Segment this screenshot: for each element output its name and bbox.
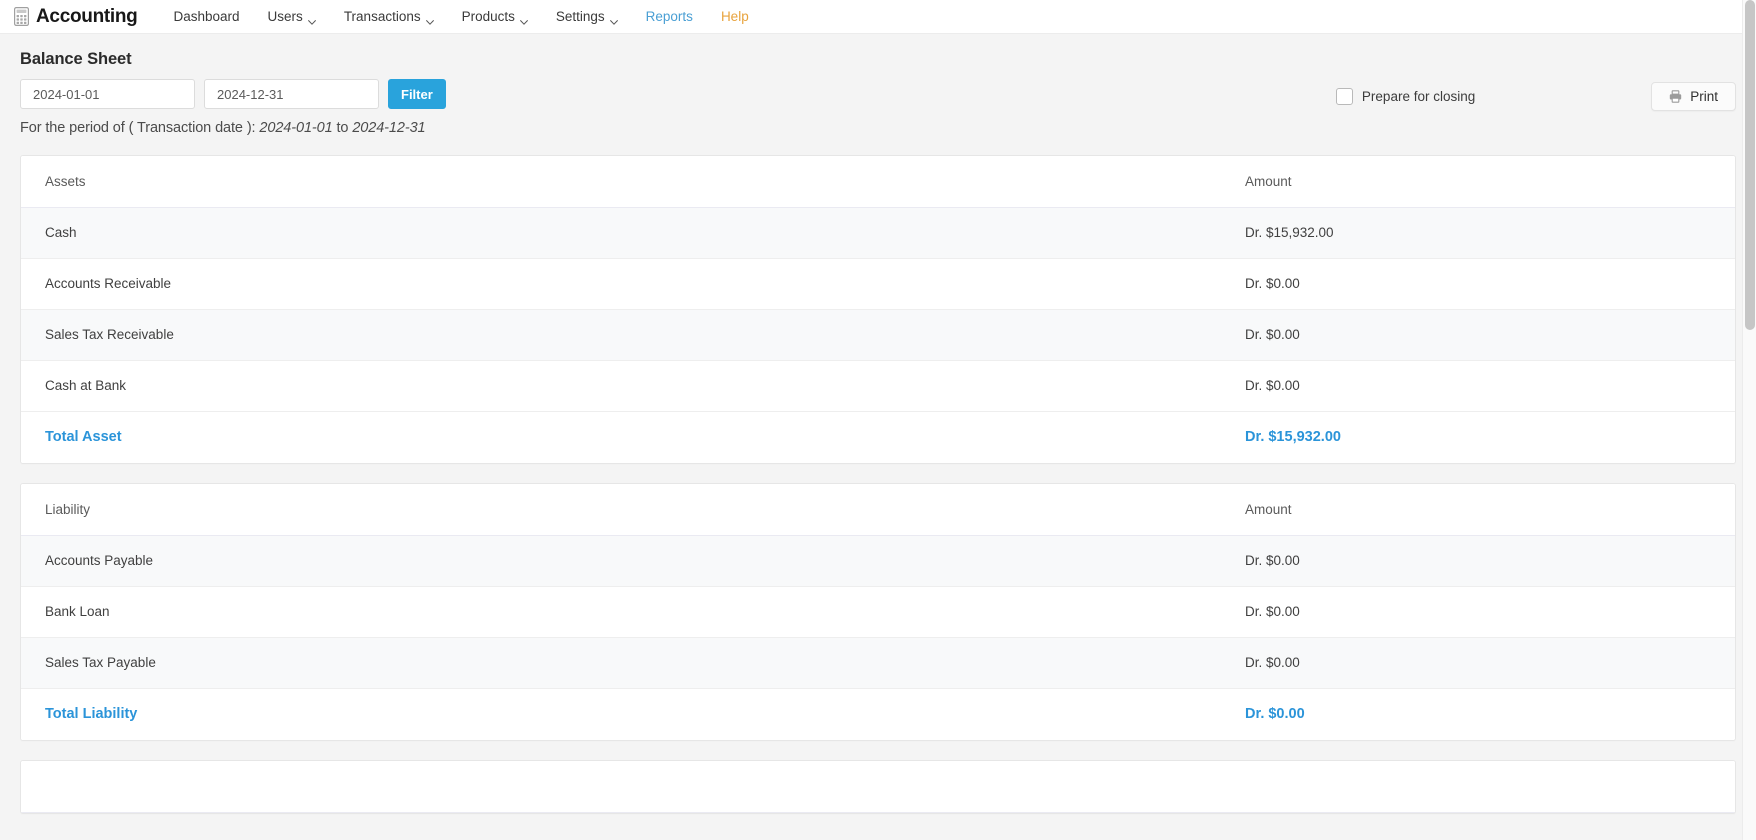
total-liability-row: Total Liability Dr. $0.00	[21, 687, 1735, 740]
table-header-row: Liability Amount	[21, 484, 1735, 536]
liability-header-amount: Amount	[1221, 484, 1735, 536]
chevron-down-icon	[609, 14, 618, 25]
nav-label: Users	[267, 8, 303, 24]
chevron-down-icon	[307, 14, 316, 25]
chevron-down-icon	[425, 14, 434, 25]
row-amount: Dr. $15,932.00	[1221, 207, 1735, 259]
period-description: For the period of ( Transaction date ): …	[20, 111, 1736, 136]
row-amount: Dr. $0.00	[1221, 637, 1735, 689]
nav-label: Help	[720, 8, 749, 24]
equity-header-amount	[1221, 761, 1735, 813]
row-label: Accounts Payable	[21, 535, 1221, 587]
nav-label: Transactions	[343, 8, 421, 24]
table-row[interactable]: Accounts Receivable Dr. $0.00	[21, 258, 1735, 310]
row-amount: Dr. $0.00	[1221, 360, 1735, 412]
brand-link[interactable]: Accounting	[14, 7, 138, 26]
table-row[interactable]: Cash Dr. $15,932.00	[21, 207, 1735, 259]
nav-item-transactions[interactable]: Transactions	[330, 4, 448, 30]
printer-icon	[1669, 90, 1682, 103]
calculator-icon	[14, 7, 30, 26]
table-row[interactable]: Sales Tax Payable Dr. $0.00	[21, 637, 1735, 689]
nav-item-reports[interactable]: Reports	[632, 4, 707, 30]
table-row[interactable]: Cash at Bank Dr. $0.00	[21, 360, 1735, 412]
print-button-label: Print	[1690, 89, 1718, 104]
scrollbar-thumb[interactable]	[1745, 0, 1755, 330]
liability-card: Liability Amount Accounts Payable Dr. $0…	[20, 483, 1736, 741]
brand-title: Accounting	[36, 6, 138, 27]
assets-table: Assets Amount Cash Dr. $15,932.00 Accoun…	[21, 156, 1735, 463]
nav-item-products[interactable]: Products	[448, 4, 542, 30]
total-asset-row: Total Asset Dr. $15,932.00	[21, 410, 1735, 463]
row-label: Sales Tax Receivable	[21, 309, 1221, 361]
nav-label: Products	[461, 8, 515, 24]
nav-item-users[interactable]: Users	[254, 4, 330, 30]
equity-header-name	[21, 761, 1221, 813]
period-from: 2024-01-01	[259, 120, 333, 136]
row-label: Sales Tax Payable	[21, 637, 1221, 689]
prepare-for-closing-checkbox[interactable]	[1335, 88, 1353, 105]
total-label: Total Asset	[21, 410, 1221, 463]
row-amount: Dr. $0.00	[1221, 258, 1735, 310]
page-title: Balance Sheet	[20, 50, 132, 68]
filter-actions: Prepare for closing Print	[1335, 79, 1736, 111]
total-amount: Dr. $0.00	[1221, 687, 1735, 740]
nav-label: Reports	[645, 8, 693, 24]
nav-label: Settings	[555, 8, 605, 24]
table-row[interactable]: Bank Loan Dr. $0.00	[21, 586, 1735, 638]
assets-card: Assets Amount Cash Dr. $15,932.00 Accoun…	[20, 155, 1736, 464]
row-label: Cash	[21, 207, 1221, 259]
equity-card-partial	[20, 760, 1736, 814]
total-amount: Dr. $15,932.00	[1221, 410, 1735, 463]
table-header-row	[21, 761, 1735, 813]
row-label: Bank Loan	[21, 586, 1221, 638]
equity-table-partial	[21, 761, 1735, 813]
prepare-for-closing-label[interactable]: Prepare for closing	[1362, 89, 1475, 104]
date-from-input[interactable]	[20, 79, 195, 109]
nav-item-settings[interactable]: Settings	[542, 4, 632, 30]
filter-button[interactable]: Filter	[388, 79, 446, 109]
primary-nav: Dashboard Users Transactions Products Se…	[160, 4, 763, 30]
period-prefix: For the period of ( Transaction date ):	[20, 120, 260, 136]
assets-header-name: Assets	[21, 156, 1221, 208]
row-label: Accounts Receivable	[21, 258, 1221, 310]
filter-toolbar: Filter Prepare for closing Print	[20, 79, 1736, 111]
assets-header-amount: Amount	[1221, 156, 1735, 208]
row-label: Cash at Bank	[21, 360, 1221, 412]
period-join: to	[332, 120, 353, 136]
chevron-down-icon	[519, 14, 528, 25]
table-row[interactable]: Accounts Payable Dr. $0.00	[21, 535, 1735, 587]
nav-label: Dashboard	[173, 8, 240, 24]
top-navbar: Accounting Dashboard Users Transactions …	[0, 0, 1756, 34]
print-button[interactable]: Print	[1651, 82, 1736, 111]
row-amount: Dr. $0.00	[1221, 309, 1735, 361]
liability-table: Liability Amount Accounts Payable Dr. $0…	[21, 484, 1735, 740]
nav-item-help[interactable]: Help	[707, 4, 763, 30]
nav-item-dashboard[interactable]: Dashboard	[160, 4, 254, 30]
filter-controls: Filter	[20, 79, 446, 109]
table-row[interactable]: Sales Tax Receivable Dr. $0.00	[21, 309, 1735, 361]
page-scrollbar[interactable]	[1742, 0, 1756, 840]
page-content: Balance Sheet Filter Prepare for closing	[0, 34, 1756, 814]
row-amount: Dr. $0.00	[1221, 586, 1735, 638]
prepare-for-closing-group[interactable]: Prepare for closing	[1335, 88, 1475, 105]
date-to-input[interactable]	[204, 79, 379, 109]
liability-header-name: Liability	[21, 484, 1221, 536]
table-header-row: Assets Amount	[21, 156, 1735, 208]
period-to: 2024-12-31	[352, 120, 426, 136]
total-label: Total Liability	[21, 687, 1221, 740]
row-amount: Dr. $0.00	[1221, 535, 1735, 587]
